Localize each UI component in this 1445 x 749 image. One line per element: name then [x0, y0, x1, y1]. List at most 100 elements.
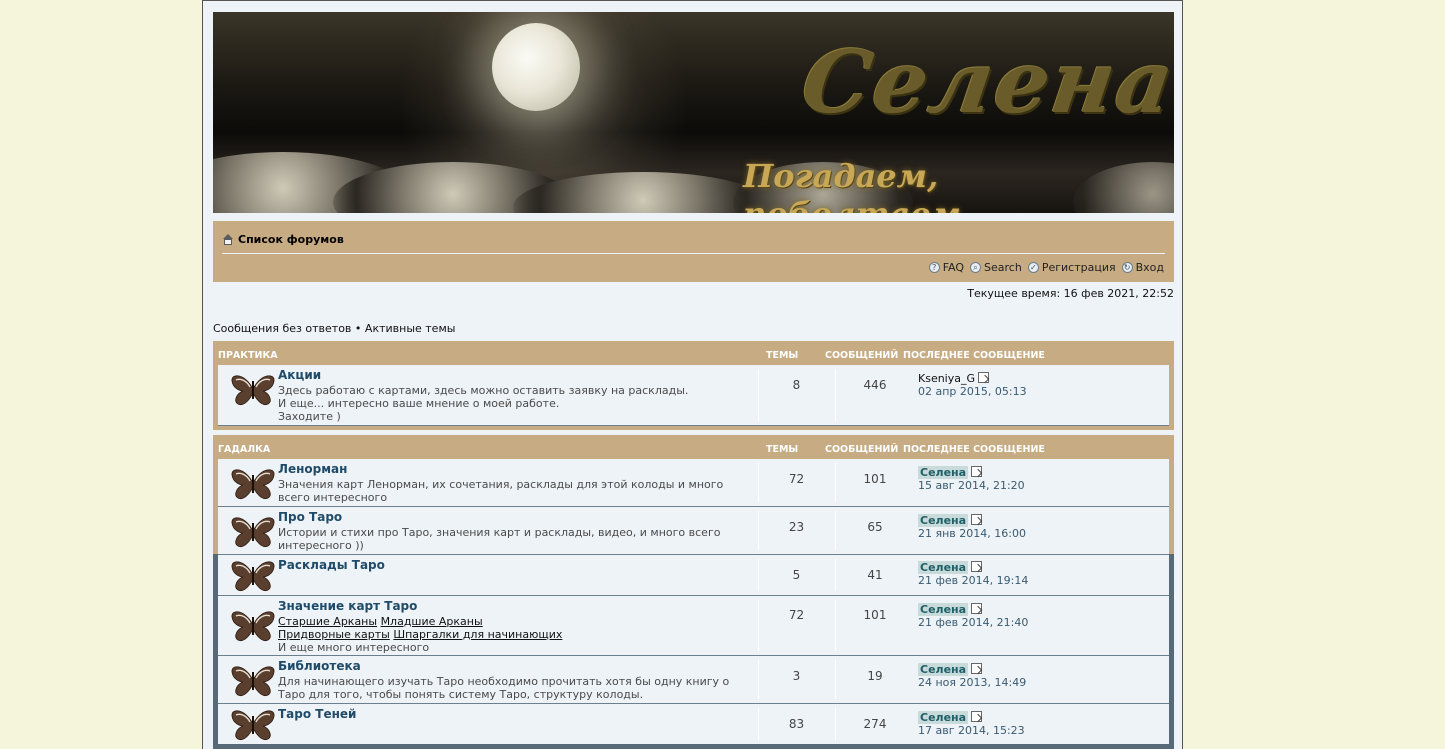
view-latest-post-icon[interactable] [971, 514, 983, 525]
forum-description: Истории и стихи про Таро, значения карт … [278, 526, 721, 552]
column-topics: ТЕМЫ [766, 444, 799, 455]
category-title[interactable]: ГАДАЛКА [218, 444, 270, 455]
view-latest-post-icon[interactable] [971, 603, 983, 614]
butterfly-forum-icon [231, 375, 275, 406]
breadcrumb[interactable]: Список форумов [222, 233, 344, 246]
forum-title[interactable]: Акции [278, 368, 321, 382]
active-topics-link[interactable]: Активные темы [365, 322, 456, 335]
search-icon: ⌕ [970, 262, 982, 273]
forum-title[interactable]: Про Таро [278, 510, 342, 524]
post-count: 41 [867, 568, 883, 582]
last-post: Селена 17 авг 2014, 15:23 [918, 711, 1025, 737]
last-post-author[interactable]: Селена [918, 514, 969, 527]
butterfly-forum-icon [231, 517, 275, 548]
unanswered-posts-link[interactable]: Сообщения без ответов [213, 322, 351, 335]
column-posts: СООБЩЕНИЙ [825, 350, 899, 361]
forum-title[interactable]: Значение карт Таро [278, 599, 417, 613]
last-post: Селена 21 фев 2014, 19:14 [918, 561, 1028, 587]
subforum-link[interactable]: Придворные карты [278, 628, 390, 641]
topic-count: 83 [788, 717, 805, 731]
forum-description: Старшие Арканы Младшие Арканы Придворные… [278, 615, 563, 654]
butterfly-forum-icon [231, 710, 275, 741]
last-post-author[interactable]: Kseniya_G [918, 372, 975, 385]
forum-title[interactable]: Ленорман [278, 462, 347, 476]
last-post-date: 15 авг 2014, 21:20 [918, 479, 1025, 492]
topic-count: 8 [792, 378, 801, 392]
last-post-author[interactable]: Селена [918, 711, 969, 724]
banner-subtitle: Погадаем, поболтаем..... [743, 157, 1017, 213]
last-post-author[interactable]: Селена [918, 466, 969, 479]
last-post-date: 24 ноя 2013, 14:49 [918, 676, 1027, 689]
faq-link[interactable]: ? FAQ [928, 261, 964, 274]
moon-image [492, 23, 580, 111]
post-count: 101 [863, 472, 887, 486]
category-header: ГАДАЛКА ТЕМЫ СООБЩЕНИЙ ПОСЛЕДНЕЕ СООБЩЕН… [213, 435, 1174, 459]
site-banner[interactable]: Селена Погадаем, поболтаем..... [213, 12, 1174, 213]
register-link[interactable]: ✓ Регистрация [1027, 261, 1116, 274]
last-post: Селена 21 фев 2014, 21:40 [918, 603, 1028, 629]
forum-description: Значения карт Ленорман, их сочетания, ра… [278, 478, 724, 504]
category-practice: ПРАКТИКА ТЕМЫ СООБЩЕНИЙ ПОСЛЕДНЕЕ СООБЩЕ… [213, 341, 1174, 430]
last-post-date: 21 фев 2014, 19:14 [918, 574, 1029, 587]
register-icon: ✓ [1027, 262, 1039, 273]
banner-title: Селена [795, 32, 1174, 133]
last-post: Селена 24 ноя 2013, 14:49 [918, 663, 1026, 689]
post-count: 274 [863, 717, 887, 731]
subforum-link[interactable]: Старшие Арканы [278, 615, 377, 628]
last-post-date: 21 фев 2014, 21:40 [918, 616, 1029, 629]
butterfly-forum-icon [231, 469, 275, 500]
column-topics: ТЕМЫ [766, 350, 799, 361]
category-fortune-teller: ГАДАЛКА ТЕМЫ СООБЩЕНИЙ ПОСЛЕДНЕЕ СООБЩЕН… [213, 435, 1174, 749]
last-post-author[interactable]: Селена [918, 561, 969, 574]
forum-row: Расклады Таро 5 41 Селена 21 фев 2014, 1… [218, 555, 1169, 596]
forum-row: Про Таро Истории и стихи про Таро, значе… [218, 507, 1169, 555]
navbar: Список форумов ? FAQ ⌕ Search ✓ Регистра… [213, 218, 1174, 282]
forum-title[interactable]: Таро Теней [278, 707, 356, 721]
breadcrumb-forum-index[interactable]: Список форумов [238, 233, 344, 246]
subforum-link[interactable]: Шпаргалки для начинающих [393, 628, 562, 641]
column-last-post: ПОСЛЕДНЕЕ СООБЩЕНИЕ [903, 444, 1045, 455]
current-time: Текущее время: 16 фев 2021, 22:52 [967, 287, 1174, 300]
forum-row: Значение карт Таро Старшие Арканы Младши… [218, 596, 1169, 656]
post-count: 101 [863, 608, 887, 622]
butterfly-forum-icon [231, 611, 275, 642]
butterfly-forum-icon [231, 666, 275, 697]
last-post-author[interactable]: Селена [918, 663, 969, 676]
subforum-link[interactable]: Младшие Арканы [381, 615, 483, 628]
forum-row: Библиотека Для начинающего изучать Таро … [218, 656, 1169, 704]
last-post-date: 21 янв 2014, 16:00 [918, 527, 1026, 540]
separator-bullet: • [354, 322, 362, 335]
last-post: Селена 21 янв 2014, 16:00 [918, 514, 1026, 540]
view-latest-post-icon[interactable] [971, 561, 983, 572]
butterfly-forum-icon [231, 561, 275, 592]
column-posts: СООБЩЕНИЙ [825, 444, 899, 455]
view-latest-post-icon[interactable] [971, 711, 983, 722]
category-title[interactable]: ПРАКТИКА [218, 350, 278, 361]
forum-row: Таро Теней 83 274 Селена 17 авг 2014, 15… [218, 704, 1169, 744]
login-link[interactable]: ↻ Вход [1121, 261, 1164, 274]
view-latest-post-icon[interactable] [971, 466, 983, 477]
search-link[interactable]: ⌕ Search [970, 261, 1022, 274]
topic-count: 3 [792, 669, 801, 683]
topic-count: 72 [788, 472, 805, 486]
topic-count: 23 [788, 520, 805, 534]
quick-links: Сообщения без ответов • Активные темы [213, 322, 455, 335]
post-count: 19 [867, 669, 883, 683]
category-header: ПРАКТИКА ТЕМЫ СООБЩЕНИЙ ПОСЛЕДНЕЕ СООБЩЕ… [213, 341, 1174, 365]
forum-row: Акции Здесь работаю с картами, здесь мож… [218, 365, 1169, 426]
page-container: Селена Погадаем, поболтаем..... Список ф… [202, 0, 1183, 749]
forum-description: Для начинающего изучать Таро необходимо … [278, 675, 730, 701]
column-last-post: ПОСЛЕДНЕЕ СООБЩЕНИЕ [903, 350, 1045, 361]
last-post-date: 17 авг 2014, 15:23 [918, 724, 1025, 737]
forum-title[interactable]: Библиотека [278, 659, 361, 673]
view-latest-post-icon[interactable] [978, 372, 990, 383]
last-post: Селена 15 авг 2014, 21:20 [918, 466, 1025, 492]
faq-icon: ? [928, 262, 940, 273]
last-post-author[interactable]: Селена [918, 603, 969, 616]
forum-row: Ленорман Значения карт Ленорман, их соче… [218, 459, 1169, 507]
forum-title[interactable]: Расклады Таро [278, 558, 385, 572]
topic-count: 72 [788, 608, 805, 622]
last-post-date: 02 апр 2015, 05:13 [918, 385, 1027, 398]
home-icon [222, 234, 234, 245]
view-latest-post-icon[interactable] [971, 663, 983, 674]
